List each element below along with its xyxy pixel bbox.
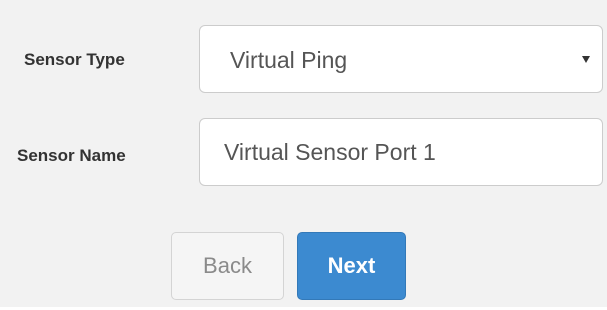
sensor-type-select[interactable]: Virtual Ping [199, 25, 603, 93]
sensor-form-panel: Sensor Type Virtual Ping Sensor Name Bac… [0, 0, 607, 307]
caret-down-icon [582, 56, 590, 63]
back-button[interactable]: Back [171, 232, 284, 300]
sensor-name-label: Sensor Name [17, 146, 126, 165]
sensor-name-input[interactable] [199, 118, 603, 186]
next-button[interactable]: Next [297, 232, 406, 300]
sensor-type-selected-value: Virtual Ping [230, 47, 348, 73]
sensor-type-label: Sensor Type [24, 50, 125, 69]
